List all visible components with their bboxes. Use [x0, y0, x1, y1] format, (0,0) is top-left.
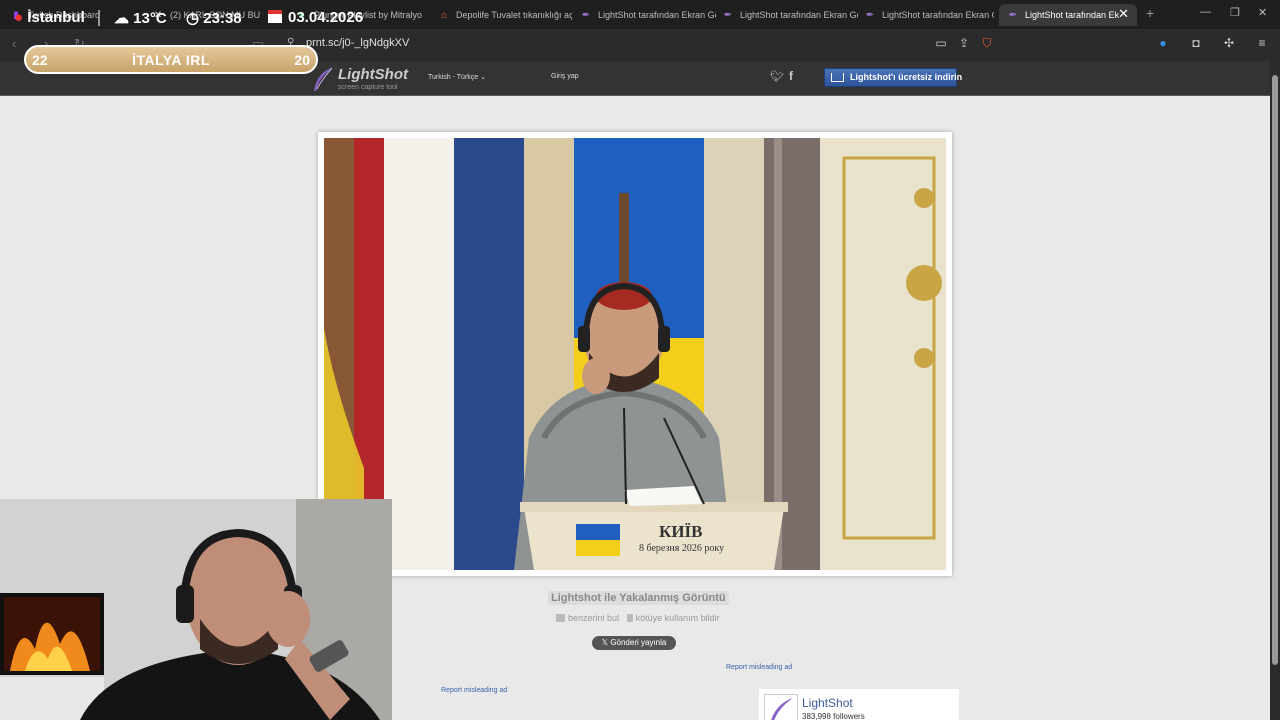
scrollbar-thumb[interactable]: [1272, 75, 1278, 665]
feather-icon: ✒: [865, 9, 875, 21]
podium-title: КИЇВ: [659, 522, 703, 541]
image-actions: benzerini bul kötüye kullanım bildir: [556, 613, 725, 623]
webcam-feed: [0, 499, 392, 720]
calendar-icon: [268, 10, 282, 23]
logo-name: LightShot: [338, 66, 408, 83]
back-icon[interactable]: ‹: [12, 36, 16, 51]
find-similar-link[interactable]: benzerini bul: [556, 613, 619, 623]
time-text: 23:38: [203, 10, 242, 27]
cloud-icon: ☁: [114, 10, 129, 27]
tab-label: LightShot tarafından Ekran Görü: [882, 10, 994, 20]
language-label: Turkish - Türkçe: [428, 74, 479, 81]
feather-icon: ✒: [1008, 9, 1018, 21]
overlay-weather: ☁ 13°C: [114, 9, 167, 27]
feather-avatar-icon: [771, 698, 793, 720]
url-field[interactable]: prnt.sc/j0-_lgNdgkXV: [306, 37, 409, 49]
extension-square-icon[interactable]: ◘: [1189, 36, 1203, 50]
post-tweet-button[interactable]: 𝕏 Gönderi yayınla: [592, 636, 676, 650]
minimize-icon[interactable]: —: [1200, 6, 1211, 18]
podium-date: 8 березня 2026 року: [639, 543, 725, 554]
screenshot-frame: КИЇВ 8 березня 2026 року: [318, 132, 952, 576]
new-tab-icon[interactable]: +: [1146, 5, 1154, 21]
feather-logo-icon: [314, 67, 333, 91]
page-avatar: [764, 694, 798, 720]
language-selector[interactable]: Turkish - Türkçe ⌄: [428, 73, 486, 81]
location-pin-icon: ●: [14, 9, 24, 26]
find-similar-label: benzerini bul: [568, 613, 620, 623]
overlay-date: 03.04.2026: [268, 9, 363, 26]
page-scrollbar[interactable]: [1270, 61, 1280, 720]
extension-blue-icon[interactable]: ●: [1156, 36, 1170, 50]
tab-lightshot-2[interactable]: ✒ LightShot tarafından Ekran Görü: [722, 4, 858, 26]
score-right: 20: [294, 52, 310, 68]
city-text: İstanbul: [27, 9, 85, 26]
tab-lightshot-1[interactable]: ✒ LightShot tarafından Ekran Görü: [580, 4, 716, 26]
facebook-icon[interactable]: f: [789, 69, 793, 83]
home-icon: ⌂: [440, 9, 448, 21]
restore-icon[interactable]: ❐: [1230, 6, 1240, 19]
screenshot-image[interactable]: КИЇВ 8 березня 2026 року: [324, 138, 946, 570]
report-ad-link-secondary[interactable]: Report misleading ad: [441, 687, 507, 694]
extensions-puzzle-icon[interactable]: ✣: [1222, 36, 1236, 50]
facebook-page-widget[interactable]: LightShot 383,998 followers: [759, 689, 959, 720]
download-icon: [831, 73, 844, 82]
menu-icon[interactable]: ≡: [1255, 36, 1269, 50]
report-ad-link[interactable]: Report misleading ad: [726, 664, 792, 671]
overlay-time: ◷ 23:38: [186, 9, 242, 27]
screenshot-illustration: [324, 138, 946, 570]
temperature-text: 13°C: [133, 10, 167, 27]
report-abuse-link[interactable]: kötüye kullanım bildir: [626, 613, 720, 623]
post-tweet-label: Gönderi yayınla: [610, 638, 667, 647]
tab-lightshot-active[interactable]: ✒ LightShot tarafından Ek ✕: [999, 4, 1137, 26]
logo-tagline: screen capture tool: [338, 84, 398, 91]
image-icon: [556, 614, 565, 622]
score-banner: 22 İTALYA IRL 20: [24, 45, 318, 74]
stream-overlay: ● İstanbul ☁ 13°C ◷ 23:38 03.04.2026: [0, 0, 400, 38]
webcam-illustration: [0, 499, 392, 720]
report-abuse-label: kötüye kullanım bildir: [635, 613, 720, 623]
tab-label: LightShot tarafından Ekran Görü: [598, 10, 716, 20]
twitter-icon[interactable]: 🐦︎: [770, 70, 784, 83]
cast-icon[interactable]: ▭: [934, 36, 948, 50]
tab-label: LightShot tarafından Ekran Görü: [740, 10, 858, 20]
close-tab-icon[interactable]: ✕: [1118, 6, 1129, 22]
tab-lightshot-3[interactable]: ✒ LightShot tarafından Ekran Görü: [864, 4, 994, 26]
feather-icon: ✒: [723, 9, 733, 21]
page-followers: 383,998 followers: [802, 712, 865, 720]
tab-label: Depolife Tuvalet tıkanıklığı açıcı: [456, 10, 572, 20]
download-label: Lightshot'ı ücretsiz indirin: [850, 72, 963, 82]
trash-icon: [626, 614, 633, 622]
login-link[interactable]: Giriş yap: [551, 73, 579, 80]
brave-shield-icon[interactable]: ⛉: [980, 36, 994, 50]
image-caption: Lightshot ile Yakalanmış Görüntü: [548, 591, 729, 605]
download-button[interactable]: Lightshot'ı ücretsiz indirin: [824, 68, 962, 87]
feather-icon: ✒: [581, 9, 591, 21]
close-window-icon[interactable]: ✕: [1258, 6, 1267, 19]
share-icon[interactable]: ⇪: [957, 36, 971, 50]
clock-icon: ◷: [186, 10, 200, 27]
score-title: İTALYA IRL: [132, 52, 210, 68]
page-name[interactable]: LightShot: [802, 696, 853, 710]
tab-depolife[interactable]: ⌂ Depolife Tuvalet tıkanıklığı açıcı: [438, 4, 572, 26]
date-text: 03.04.2026: [288, 9, 364, 26]
x-logo-icon: 𝕏: [601, 638, 611, 647]
tab-label: LightShot tarafından Ek: [1025, 10, 1120, 20]
chevron-down-icon: ⌄: [480, 74, 487, 81]
overlay-divider: [98, 10, 100, 26]
overlay-city: ● İstanbul: [14, 9, 85, 26]
